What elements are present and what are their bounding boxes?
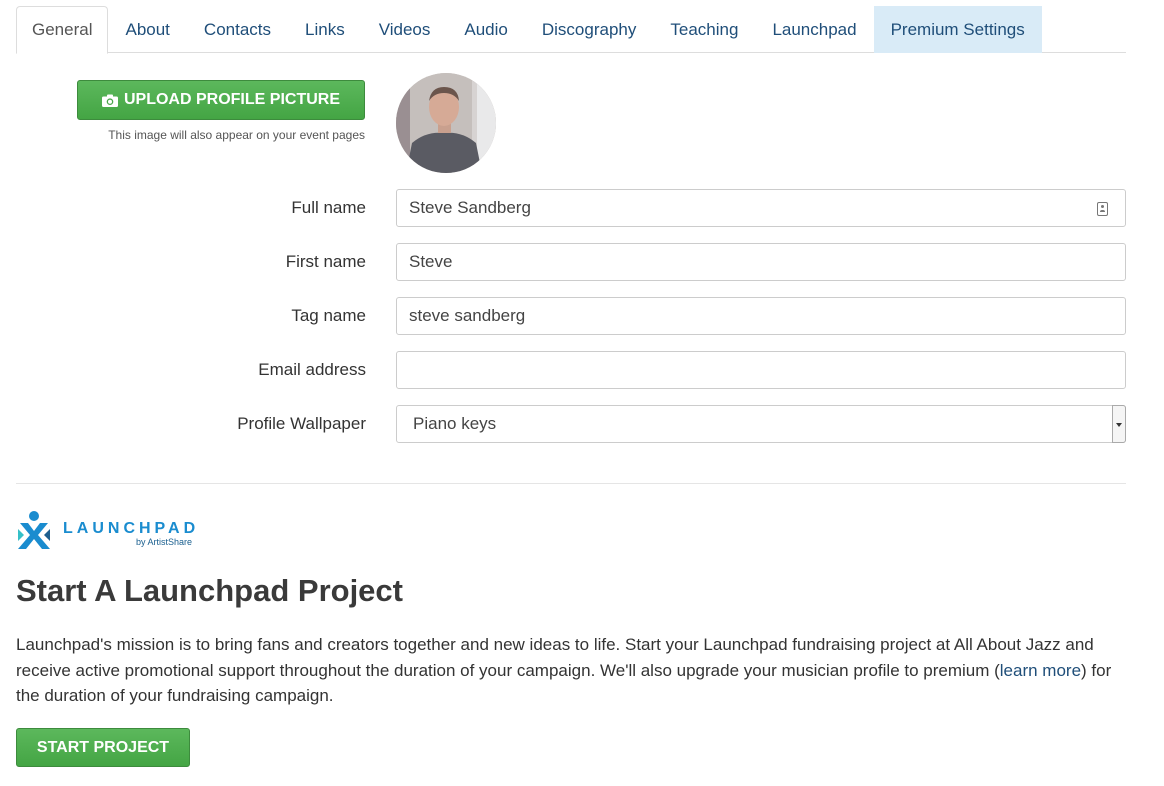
chevron-down-icon[interactable] xyxy=(1112,405,1126,443)
tag-name-value: steve sandberg xyxy=(409,306,526,325)
tag-name-row: Tag name steve sandberg xyxy=(0,297,1126,335)
wallpaper-value: Piano keys xyxy=(413,414,497,433)
email-input[interactable] xyxy=(396,351,1126,389)
tab-contacts[interactable]: Contacts xyxy=(187,6,288,53)
tab-discography[interactable]: Discography xyxy=(525,6,654,53)
email-row: Email address xyxy=(0,351,1126,389)
first-name-row: First name Steve xyxy=(0,243,1126,281)
launchpad-description-part1: Launchpad's mission is to bring fans and… xyxy=(16,635,1094,680)
tab-audio[interactable]: Audio xyxy=(447,6,524,53)
first-name-value: Steve xyxy=(409,252,453,271)
tab-premium-settings[interactable]: Premium Settings xyxy=(873,6,1042,53)
tag-name-input[interactable]: steve sandberg xyxy=(396,297,1126,335)
start-project-button[interactable]: START PROJECT xyxy=(16,728,190,767)
tab-teaching[interactable]: Teaching xyxy=(653,6,755,53)
profile-tabs: General About Contacts Links Videos Audi… xyxy=(16,6,1126,54)
launchpad-description: Launchpad's mission is to bring fans and… xyxy=(16,632,1126,709)
avatar xyxy=(396,73,496,173)
tab-about[interactable]: About xyxy=(108,6,186,53)
section-divider xyxy=(16,483,1126,484)
upload-button-label: UPLOAD PROFILE PICTURE xyxy=(123,91,340,108)
upload-profile-picture-button[interactable]: UPLOAD PROFILE PICTURE xyxy=(77,80,365,120)
first-name-input[interactable]: Steve xyxy=(396,243,1126,281)
tag-name-label: Tag name xyxy=(291,306,366,325)
wallpaper-select[interactable]: Piano keys xyxy=(396,405,1126,443)
tab-links[interactable]: Links xyxy=(288,6,362,53)
tab-videos[interactable]: Videos xyxy=(362,6,448,53)
first-name-label: First name xyxy=(285,252,366,271)
camera-icon xyxy=(101,94,118,107)
launchpad-wordmark: LAUNCHPAD xyxy=(63,520,200,537)
full-name-label: Full name xyxy=(291,198,366,217)
upload-hint: This image will also appear on your even… xyxy=(108,128,365,142)
learn-more-link[interactable]: learn more xyxy=(1000,661,1081,680)
full-name-input[interactable]: Steve Sandberg xyxy=(396,189,1126,227)
tab-general[interactable]: General xyxy=(16,6,109,54)
full-name-row: Full name Steve Sandberg xyxy=(0,189,1126,227)
email-label: Email address xyxy=(258,360,366,379)
launchpad-title: Start A Launchpad Project xyxy=(16,573,403,608)
wallpaper-label: Profile Wallpaper xyxy=(237,414,366,433)
tab-launchpad[interactable]: Launchpad xyxy=(755,6,873,53)
wallpaper-row: Profile Wallpaper Piano keys xyxy=(0,405,1126,443)
full-name-value: Steve Sandberg xyxy=(409,198,531,217)
launchpad-byline: by ArtistShare xyxy=(136,537,193,547)
contact-card-icon[interactable] xyxy=(1097,202,1108,216)
